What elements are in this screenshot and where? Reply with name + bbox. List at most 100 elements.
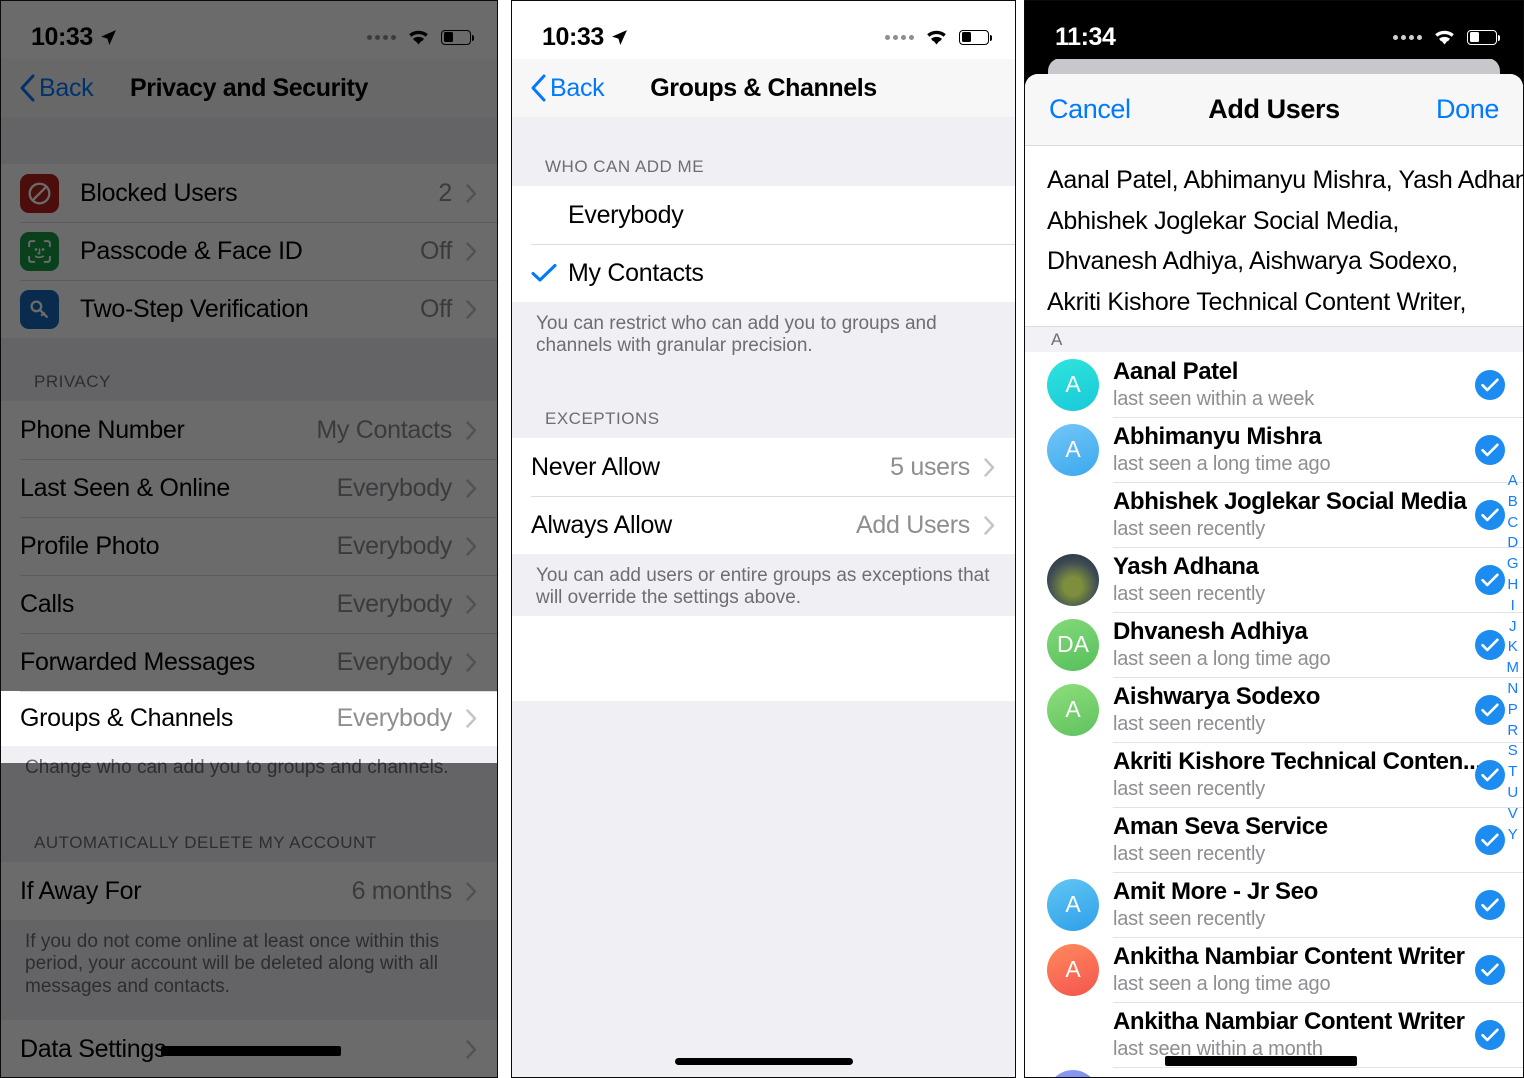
alpha-index-letter[interactable]: Y — [1508, 825, 1518, 845]
location-arrow-icon — [101, 29, 116, 45]
alpha-index-letter[interactable]: A — [1508, 471, 1518, 491]
checkmark-selected-icon[interactable] — [1475, 499, 1505, 530]
list-item[interactable]: A Aishwarya Sodexo last seen recently — [1025, 677, 1523, 742]
cancel-button[interactable]: Cancel — [1049, 94, 1131, 125]
checkmark-selected-icon[interactable] — [1475, 759, 1505, 790]
alpha-index-letter[interactable]: R — [1507, 721, 1518, 741]
alphabet-index-scrubber[interactable]: A B C D G H I J K M N P R S T U V Y — [1507, 471, 1520, 844]
nav-bar-panel1: Back Privacy and Security — [1, 59, 497, 117]
row-profile-photo[interactable]: Profile Photo Everybody — [1, 517, 497, 575]
contact-text: Amit More - Jr Seo last seen recently — [1113, 878, 1467, 931]
list-item[interactable]: A Amit More - Jr Seo last seen recently — [1025, 872, 1523, 937]
row-label: Never Allow — [531, 452, 660, 481]
list-item[interactable]: Akriti Kishore Technical Conten... last … — [1025, 742, 1523, 807]
back-button[interactable]: Back — [19, 74, 94, 103]
chevron-right-icon — [466, 594, 477, 614]
avatar-initials: A — [1065, 956, 1081, 982]
row-always-allow[interactable]: Always Allow Add Users — [512, 496, 1015, 554]
checkmark-selected-icon[interactable] — [1475, 629, 1505, 660]
checkmark-selected-icon[interactable] — [1475, 824, 1505, 855]
battery-icon — [441, 29, 474, 45]
avatar: A — [1047, 683, 1099, 736]
alpha-index-letter[interactable]: S — [1508, 741, 1518, 761]
option-my-contacts[interactable]: My Contacts — [512, 244, 1015, 302]
row-groups-and-channels[interactable]: Groups & Channels Everybody — [1, 691, 497, 746]
list-item[interactable]: A Ankitha Nambiar Content Writer last se… — [1025, 937, 1523, 1002]
section-header-exceptions: EXCEPTIONS — [512, 404, 1015, 438]
contact-status: last seen recently — [1113, 582, 1266, 605]
list-item[interactable]: A Abhimanyu Mishra last seen a long time… — [1025, 417, 1523, 482]
contact-text: Ankitha Nambiar Content Writer last seen… — [1113, 1008, 1467, 1061]
alpha-index-letter[interactable]: J — [1509, 617, 1517, 637]
empty-area — [512, 701, 1015, 1077]
section-spacer-3 — [1, 804, 497, 830]
cellular-dots-icon — [367, 34, 396, 40]
checkmark-selected-icon[interactable] — [1475, 564, 1505, 595]
row-label: Two-Step Verification — [80, 294, 309, 323]
avatar-photo — [1047, 553, 1099, 606]
row-value: 2 — [438, 178, 452, 207]
alpha-index-letter[interactable]: H — [1507, 575, 1518, 595]
checkmark-selected-icon[interactable] — [1475, 1019, 1505, 1050]
list-item[interactable]: Yash Adhana last seen recently — [1025, 547, 1523, 612]
list-item[interactable]: DA Dhvanesh Adhiya last seen a long time… — [1025, 612, 1523, 677]
done-button[interactable]: Done — [1436, 94, 1499, 125]
checkmark-selected-icon[interactable] — [1475, 954, 1505, 985]
section-header-who-can-add-me: WHO CAN ADD ME — [512, 152, 1015, 186]
row-forwarded-messages[interactable]: Forwarded Messages Everybody — [1, 633, 497, 691]
checkmark-selected-icon[interactable] — [1475, 694, 1505, 725]
list-item[interactable]: A Apurva Singh Content Writer — [1025, 1067, 1523, 1077]
alpha-index-letter[interactable]: N — [1507, 679, 1518, 699]
row-never-allow[interactable]: Never Allow 5 users — [512, 438, 1015, 496]
back-button[interactable]: Back — [530, 73, 605, 103]
alpha-index-letter[interactable]: I — [1511, 596, 1515, 616]
back-label: Back — [550, 73, 605, 102]
status-time: 10:33 — [31, 22, 93, 51]
blocked-users-icon — [20, 173, 59, 213]
list-item[interactable]: Aman Seva Service last seen recently — [1025, 807, 1523, 872]
row-blocked-users[interactable]: Blocked Users 2 — [1, 164, 497, 222]
selected-users-token-field[interactable]: Aanal Patel, Abhimanyu Mishra, Yash Adha… — [1025, 146, 1523, 326]
checkmark-selected-icon[interactable] — [1475, 369, 1505, 400]
alpha-index-letter[interactable]: G — [1507, 554, 1519, 574]
row-label: Passcode & Face ID — [80, 236, 303, 265]
contact-name: Aman Seva Service — [1113, 813, 1328, 841]
list-item[interactable]: A Aanal Patel last seen within a week — [1025, 352, 1523, 417]
contact-text: Akriti Kishore Technical Conten... last … — [1113, 748, 1482, 801]
alpha-index-letter[interactable]: C — [1507, 513, 1518, 533]
alpha-index-letter[interactable]: M — [1507, 658, 1520, 678]
alpha-index-letter[interactable]: P — [1508, 700, 1518, 720]
row-last-seen-online[interactable]: Last Seen & Online Everybody — [1, 459, 497, 517]
alpha-index-letter[interactable]: V — [1508, 804, 1518, 824]
alpha-index-letter[interactable]: T — [1508, 762, 1517, 782]
row-two-step-verification[interactable]: Two-Step Verification Off — [1, 280, 497, 338]
status-bar-left: 10:33 — [542, 23, 628, 52]
chevron-right-icon — [466, 420, 477, 440]
alpha-index-letter[interactable]: D — [1507, 533, 1518, 553]
row-passcode-face-id[interactable]: Passcode & Face ID Off — [1, 222, 497, 280]
checkmark-selected-icon[interactable] — [1475, 434, 1505, 465]
contacts-list: A Aanal Patel last seen within a week A … — [1025, 352, 1523, 1077]
key-icon — [20, 289, 59, 329]
footnote-exceptions: You can add users or entire groups as ex… — [512, 554, 1015, 616]
status-bar-panel1: 10:33 — [1, 1, 497, 59]
contact-name: Aishwarya Sodexo — [1113, 683, 1321, 711]
footnote-groups: Change who can add you to groups and cha… — [1, 746, 497, 804]
avatar — [1047, 1009, 1099, 1061]
row-phone-number[interactable]: Phone Number My Contacts — [1, 401, 497, 459]
option-everybody[interactable]: Everybody — [512, 186, 1015, 244]
status-bar-left: 10:33 — [31, 23, 117, 52]
list-item[interactable]: Abhishek Joglekar Social Media last seen… — [1025, 482, 1523, 547]
alpha-index-letter[interactable]: B — [1508, 492, 1518, 512]
alpha-index-letter[interactable]: K — [1508, 637, 1518, 657]
row-if-away-for[interactable]: If Away For 6 months — [1, 862, 497, 920]
contact-status: last seen a long time ago — [1113, 452, 1331, 475]
row-label: Forwarded Messages — [20, 647, 255, 676]
chevron-right-icon — [466, 1039, 477, 1059]
row-value: Everybody — [336, 531, 453, 560]
row-calls[interactable]: Calls Everybody — [1, 575, 497, 633]
alpha-index-letter[interactable]: U — [1507, 783, 1518, 803]
status-bar-right — [1393, 28, 1500, 47]
checkmark-selected-icon[interactable] — [1475, 889, 1505, 920]
chevron-right-icon — [466, 299, 477, 319]
